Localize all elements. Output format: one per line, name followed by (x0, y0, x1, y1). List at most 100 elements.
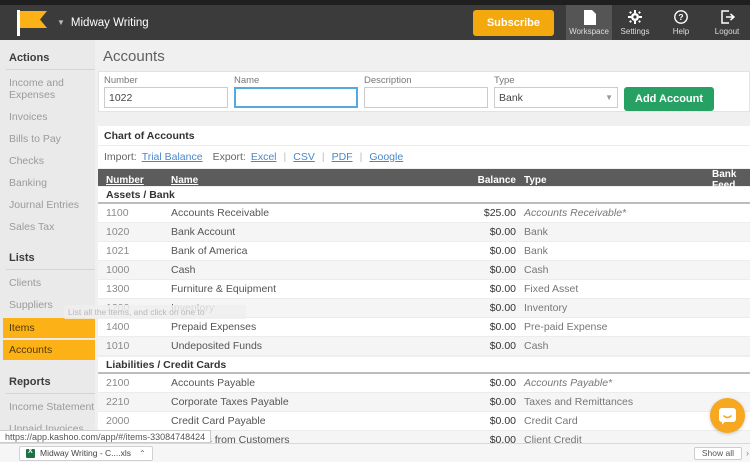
accounts-table-body: Assets / Bank 1100 Accounts Receivable $25.… (98, 187, 750, 462)
sidebar-item-accounts[interactable]: Accounts (3, 340, 95, 360)
topbar-nav-settings[interactable]: Settings (612, 5, 658, 40)
sidebar-divider (6, 69, 95, 70)
import-label: Import: (104, 151, 137, 163)
close-downloads-chevron-icon[interactable]: › (746, 448, 749, 458)
type-select[interactable]: Bank ▼ (494, 87, 618, 108)
column-header-number[interactable]: Number (106, 175, 171, 186)
cell-balance: $0.00 (489, 283, 516, 295)
cell-balance: $0.00 (489, 396, 516, 408)
subscribe-button[interactable]: Subscribe (472, 9, 554, 36)
column-header-type: Type (524, 174, 547, 186)
table-row[interactable]: 1000 Cash $0.00 Cash (98, 261, 750, 280)
sidebar-item-invoices[interactable]: Invoices (0, 106, 95, 128)
cell-name: Credit Card Payable (171, 415, 266, 427)
table-row[interactable]: 2210 Corporate Taxes Payable $0.00 Taxes an… (98, 393, 750, 412)
sidebar-item-items[interactable]: Items (3, 318, 95, 338)
import-trial-balance-link[interactable]: Trial Balance (142, 151, 203, 163)
column-header-bankfeed: Bank Feed (712, 169, 737, 191)
cell-type: Taxes and Remittances (524, 396, 634, 408)
add-account-button[interactable]: Add Account (624, 87, 715, 111)
form-field-type: Type Bank ▼ (494, 75, 618, 108)
sidebar-item-bills-to-pay[interactable]: Bills to Pay (0, 128, 95, 150)
cell-balance: $0.00 (489, 302, 516, 314)
cell-type: Credit Card (524, 415, 578, 427)
cell-type: Accounts Receivable* (524, 207, 627, 219)
sidebar-divider (6, 269, 95, 270)
cell-number: 1400 (106, 321, 130, 333)
table-row[interactable]: 1021 Bank of America $0.00 Bank (98, 242, 750, 261)
table-row[interactable]: 1020 Bank Account $0.00 Bank (98, 223, 750, 242)
downloaded-file-item[interactable]: Midway Writing - C....xls ⌃ (19, 445, 153, 461)
topbar-nav-label: Logout (714, 27, 740, 36)
page-title: Accounts (103, 48, 165, 65)
company-dropdown-caret-icon[interactable]: ▼ (57, 18, 65, 27)
sidebar-item-sales-tax[interactable]: Sales Tax (0, 216, 95, 238)
cell-number: 1010 (106, 340, 130, 352)
kashoo-app: ▼ Midway Writing Subscribe Workspace Sett… (0, 0, 750, 462)
section-header-assets-bank: Assets / Bank (98, 187, 750, 204)
fading-tooltip: List all the items, and click on one to (64, 305, 246, 319)
export-excel-link[interactable]: Excel (251, 151, 277, 163)
export-csv-link[interactable]: CSV (293, 151, 315, 163)
downloaded-file-name: Midway Writing - C....xls (40, 448, 131, 458)
brand[interactable]: ▼ Midway Writing (0, 5, 149, 40)
link-separator: | (321, 151, 325, 163)
cell-type: Accounts Payable* (524, 377, 613, 389)
export-google-link[interactable]: Google (369, 151, 403, 163)
type-label: Type (494, 75, 515, 86)
table-header-row: Number Name Balance Type Bank Feed (98, 169, 750, 191)
topbar-nav-label: Settings (620, 27, 650, 36)
topbar-nav-help[interactable]: ? Help (658, 5, 704, 40)
chat-widget-button[interactable] (710, 398, 745, 433)
cell-type: Pre-paid Expense (524, 321, 608, 333)
sidebar-item-journal-entries[interactable]: Journal Entries (0, 194, 95, 216)
show-all-button[interactable]: Show all (693, 446, 742, 460)
form-field-description: Description (364, 75, 488, 108)
topbar-right: Subscribe Workspace Settings ? Help Logout (472, 5, 750, 40)
cell-name: Bank of America (171, 245, 248, 257)
cell-balance: $25.00 (483, 207, 516, 219)
topbar-nav-logout[interactable]: Logout (704, 5, 750, 40)
table-row[interactable]: 1300 Furniture & Equipment $0.00 Fixed Asse… (98, 280, 750, 299)
export-pdf-link[interactable]: PDF (332, 151, 353, 163)
chat-bubble-icon (719, 407, 736, 424)
cell-type: Inventory (524, 302, 568, 314)
column-header-name[interactable]: Name (171, 175, 421, 186)
gear-icon (628, 9, 642, 25)
chart-of-accounts-title: Chart of Accounts (104, 129, 195, 142)
description-label: Description (364, 75, 412, 86)
type-selected-value: Bank (499, 91, 523, 104)
number-input[interactable] (104, 87, 228, 108)
chart-of-accounts-header: Chart of Accounts (98, 126, 750, 146)
cell-name: Bank Account (171, 226, 236, 238)
description-input[interactable] (364, 87, 488, 108)
cell-type: Cash (524, 340, 549, 352)
sidebar-item-banking[interactable]: Banking (0, 172, 95, 194)
cell-balance: $0.00 (489, 321, 516, 333)
cell-number: 2100 (106, 377, 130, 389)
table-row[interactable]: 1010 Undeposited Funds $0.00 Cash (98, 337, 750, 356)
table-row[interactable]: 1400 Prepaid Expenses $0.00 Pre-paid Expens… (98, 318, 750, 337)
form-field-number: Number (104, 75, 228, 108)
cell-balance: $0.00 (489, 226, 516, 238)
table-row[interactable]: 2100 Accounts Payable $0.00 Accounts Payabl… (98, 374, 750, 393)
sidebar-item-checks[interactable]: Checks (0, 150, 95, 172)
sidebar-item-income-and-expenses[interactable]: Income and Expenses (0, 72, 95, 106)
svg-text:?: ? (678, 12, 683, 22)
file-menu-caret-icon[interactable]: ⌃ (139, 449, 146, 458)
table-row[interactable]: 1100 Accounts Receivable $25.00 Accounts Re… (98, 204, 750, 223)
company-name[interactable]: Midway Writing (71, 17, 149, 29)
cell-type: Bank (524, 245, 548, 257)
topbar-nav-workspace[interactable]: Workspace (566, 5, 612, 40)
cell-number: 1021 (106, 245, 130, 257)
sidebar-item-clients[interactable]: Clients (0, 272, 95, 294)
kashoo-flag-icon (20, 11, 47, 28)
cell-number: 2210 (106, 396, 130, 408)
chevron-down-icon: ▼ (605, 93, 613, 102)
help-icon: ? (674, 9, 688, 25)
table-row[interactable]: 2000 Credit Card Payable $0.00 Credit Card (98, 412, 750, 431)
sidebar-item-income-statement[interactable]: Income Statement (0, 396, 95, 418)
name-input[interactable] (234, 87, 358, 108)
sidebar-section-title: Reports (9, 376, 51, 388)
